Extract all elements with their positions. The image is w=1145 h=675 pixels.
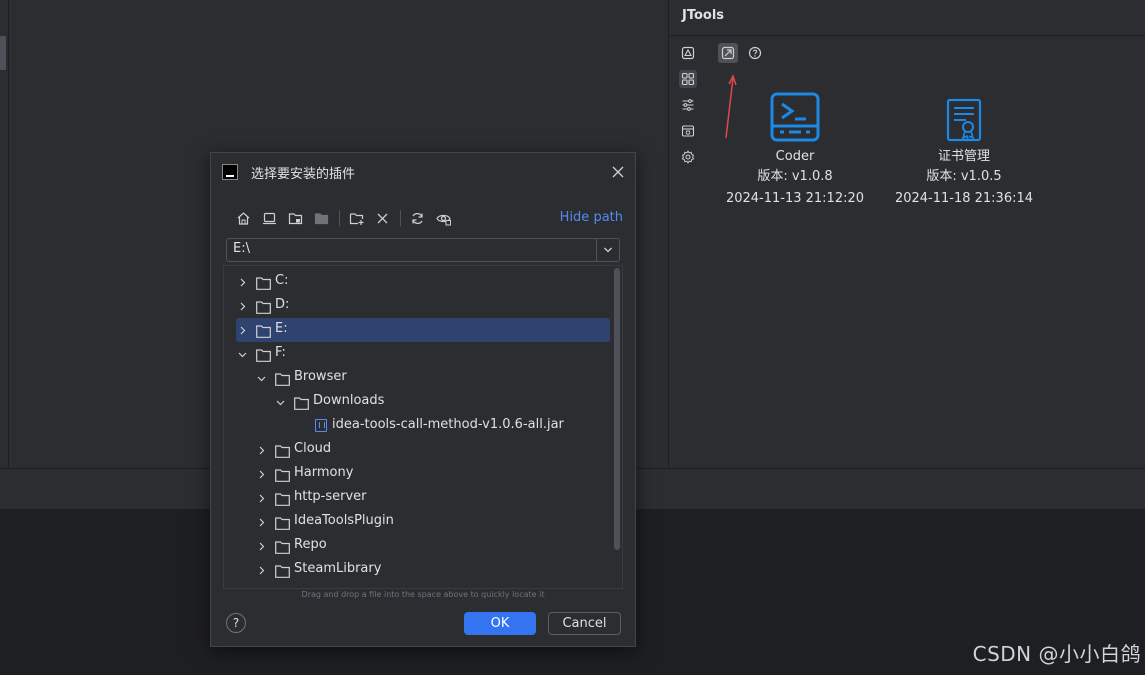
install-from-disk-icon[interactable] xyxy=(718,43,738,63)
ok-button[interactable]: OK xyxy=(464,612,536,635)
path-combobox[interactable]: E:\ xyxy=(226,238,620,262)
tree-row[interactable]: C: xyxy=(224,270,612,294)
plugin-market-icon[interactable] xyxy=(679,44,697,62)
left-tool-strip xyxy=(0,0,9,468)
chevron-right-icon[interactable] xyxy=(255,540,267,552)
folder-icon xyxy=(256,323,271,338)
tree-row-label: Downloads xyxy=(313,393,385,408)
folder-icon xyxy=(275,371,290,386)
tree-row[interactable]: E: xyxy=(236,318,610,342)
show-hidden-icon[interactable] xyxy=(433,208,453,228)
plugin-version: 版本: v1.0.5 xyxy=(926,169,1002,184)
plugin-date: 2024-11-13 21:12:20 xyxy=(725,191,865,206)
gear-icon[interactable] xyxy=(679,148,697,166)
plugin-card-certificate[interactable]: 证书管理 版本: v1.0.5 2024-11-18 21:36:14 xyxy=(874,86,1054,210)
tree-row-label: idea-tools-call-method-v1.0.6-all.jar xyxy=(332,417,564,432)
tree-row[interactable]: Harmony xyxy=(224,462,612,486)
folder-icon xyxy=(275,539,290,554)
chevron-right-icon[interactable] xyxy=(255,516,267,528)
tree-row[interactable]: SteamLibrary xyxy=(224,558,612,582)
tree-row-label: http-server xyxy=(294,489,367,504)
folder-icon xyxy=(275,563,290,578)
desktop-icon[interactable] xyxy=(259,208,279,228)
panel-title: JTools xyxy=(682,8,725,23)
chevron-down-icon[interactable] xyxy=(255,372,267,384)
choose-plugin-dialog: 选择要安装的插件 Hide path E:\ C: D: E: F: Brows… xyxy=(210,152,636,647)
tree-row-label: C: xyxy=(275,273,289,288)
toolbar-separator xyxy=(339,210,340,226)
jtools-panel: JTools Coder 版本: v1.0.8 2024-11-13 21:12… xyxy=(668,0,1145,468)
annotation-arrow-icon xyxy=(725,74,737,139)
new-folder-icon[interactable] xyxy=(346,208,366,228)
home-icon[interactable] xyxy=(233,208,253,228)
intellij-logo-icon xyxy=(222,164,238,180)
tree-row-label: F: xyxy=(275,345,286,360)
toolbar-separator xyxy=(400,210,401,226)
folder-icon xyxy=(275,467,290,482)
chevron-right-icon[interactable] xyxy=(255,564,267,576)
chevron-down-icon[interactable] xyxy=(274,396,286,408)
cancel-button[interactable]: Cancel xyxy=(548,612,621,635)
tree-row[interactable]: Cloud xyxy=(224,438,612,462)
tree-row-label: Harmony xyxy=(294,465,354,480)
scroll-marker[interactable] xyxy=(0,36,6,70)
jar-file-icon xyxy=(315,419,327,432)
plugin-version: 版本: v1.0.8 xyxy=(757,169,833,184)
tree-row[interactable]: F: xyxy=(224,342,612,366)
browser-window-icon[interactable] xyxy=(679,122,697,140)
plugin-date: 2024-11-18 21:36:14 xyxy=(894,191,1034,206)
hide-path-link[interactable]: Hide path xyxy=(560,210,623,225)
drag-drop-hint: Drag and drop a file into the space abov… xyxy=(301,590,545,599)
tree-row[interactable]: Downloads xyxy=(224,390,612,414)
chevron-right-icon[interactable] xyxy=(236,276,248,288)
help-icon[interactable] xyxy=(745,43,765,63)
chevron-right-icon[interactable] xyxy=(255,492,267,504)
folder-icon xyxy=(275,491,290,506)
folder-icon xyxy=(256,299,271,314)
tree-row[interactable]: Browser xyxy=(224,366,612,390)
chevron-right-icon[interactable] xyxy=(255,468,267,480)
dialog-title-bar[interactable]: 选择要安装的插件 xyxy=(211,153,635,191)
tree-row[interactable]: idea-tools-call-method-v1.0.6-all.jar xyxy=(224,414,612,438)
tree-row-label: Browser xyxy=(294,369,347,384)
tree-row-label: IdeaToolsPlugin xyxy=(294,513,394,528)
file-tree[interactable]: C: D: E: F: Browser Downloads idea-tools-call-… xyxy=(223,265,623,589)
tree-row-label: SteamLibrary xyxy=(294,561,382,576)
chevron-right-icon[interactable] xyxy=(236,324,248,336)
folder-icon xyxy=(275,515,290,530)
settings-sliders-icon[interactable] xyxy=(679,96,697,114)
project-folder-icon[interactable] xyxy=(285,208,305,228)
tree-row-label: E: xyxy=(275,321,288,336)
chevron-right-icon[interactable] xyxy=(255,444,267,456)
chevron-right-icon[interactable] xyxy=(236,300,248,312)
jtools-header: JTools xyxy=(669,0,1145,36)
module-folder-icon[interactable] xyxy=(311,208,331,228)
folder-icon xyxy=(256,275,271,290)
chevron-down-icon[interactable] xyxy=(236,348,248,360)
file-chooser-toolbar xyxy=(233,208,459,228)
certificate-icon xyxy=(874,86,1054,142)
help-button[interactable]: ? xyxy=(226,613,246,633)
chevron-down-icon[interactable] xyxy=(596,239,619,261)
tree-row[interactable]: IdeaToolsPlugin xyxy=(224,510,612,534)
close-icon[interactable] xyxy=(609,163,627,181)
tree-row[interactable]: Repo xyxy=(224,534,612,558)
plugin-name: 证书管理 xyxy=(937,149,990,164)
delete-icon[interactable] xyxy=(372,208,392,228)
tree-row[interactable]: http-server xyxy=(224,486,612,510)
tree-row-label: D: xyxy=(275,297,290,312)
folder-icon xyxy=(275,443,290,458)
watermark: CSDN @小小白鸽 xyxy=(972,642,1141,666)
plugin-name: Coder xyxy=(775,149,815,164)
tree-row[interactable]: D: xyxy=(224,294,612,318)
plugins-grid-icon[interactable] xyxy=(679,70,697,88)
tree-row-label: Cloud xyxy=(294,441,332,456)
path-input[interactable]: E:\ xyxy=(233,241,250,256)
dialog-title: 选择要安装的插件 xyxy=(251,167,356,182)
folder-icon xyxy=(256,347,271,362)
refresh-icon[interactable] xyxy=(407,208,427,228)
folder-icon xyxy=(294,395,309,410)
tree-scrollbar[interactable] xyxy=(614,268,620,550)
tree-row-label: Repo xyxy=(294,537,327,552)
